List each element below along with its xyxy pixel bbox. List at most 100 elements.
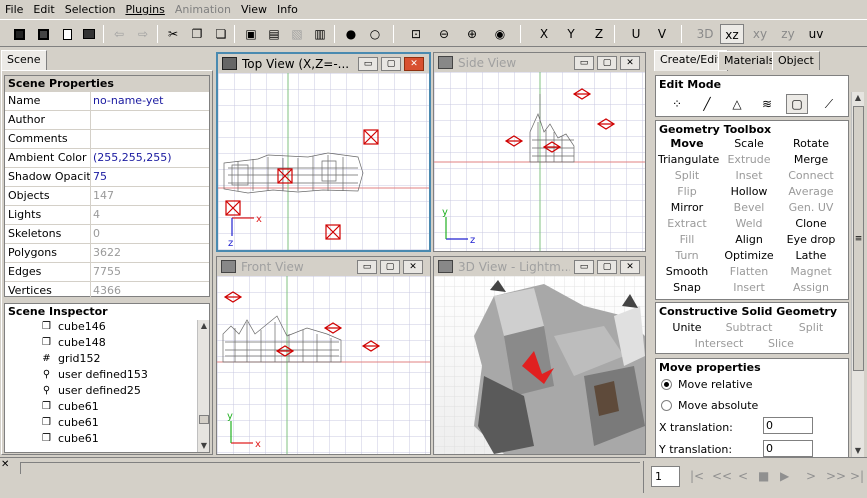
- scale-button[interactable]: Scale: [720, 137, 778, 150]
- y-translation-input[interactable]: [763, 440, 813, 457]
- menu-plugins[interactable]: Plugins: [120, 0, 169, 19]
- move-absolute-radio[interactable]: Move absolute: [661, 399, 758, 412]
- viewport-3d-canvas[interactable]: [434, 276, 645, 454]
- property-row[interactable]: Name no-name-yet: [5, 91, 209, 110]
- scroll-up-icon[interactable]: ▲: [852, 92, 864, 104]
- intersect-button[interactable]: Intersect: [690, 337, 748, 350]
- inspector-item[interactable]: ❒ cube61: [41, 431, 209, 447]
- view-3d-button[interactable]: 3D: [693, 24, 717, 44]
- rewind-icon[interactable]: <<: [712, 469, 732, 483]
- inspector-item[interactable]: ⚲ user defined25: [41, 383, 209, 399]
- menu-edit[interactable]: Edit: [28, 0, 59, 19]
- fast-forward-icon[interactable]: >>: [826, 469, 846, 483]
- minimize-button[interactable]: ▭: [358, 57, 378, 71]
- select-all-icon[interactable]: ▣: [240, 24, 262, 44]
- property-row[interactable]: Polygons 3622: [5, 243, 209, 262]
- lathe-button[interactable]: Lathe: [782, 249, 840, 262]
- light-off-icon[interactable]: ○: [364, 24, 386, 44]
- view-uv-button[interactable]: uv: [804, 24, 828, 44]
- property-value[interactable]: [91, 111, 209, 129]
- face-mode-icon[interactable]: △: [726, 94, 748, 114]
- redo-icon[interactable]: ⇨: [132, 24, 154, 44]
- property-row[interactable]: Objects 147: [5, 186, 209, 205]
- close-button[interactable]: ✕: [403, 260, 423, 274]
- menu-info[interactable]: Info: [272, 0, 303, 19]
- scroll-up-icon[interactable]: ▲: [198, 320, 209, 332]
- inspector-item[interactable]: ❒ cube148: [41, 335, 209, 351]
- minimize-button[interactable]: ▭: [574, 56, 594, 70]
- invert-icon[interactable]: ▥: [309, 24, 331, 44]
- maximize-button[interactable]: ▢: [597, 56, 617, 70]
- hollow-button[interactable]: Hollow: [720, 185, 778, 198]
- play-icon[interactable]: ▶: [780, 469, 789, 483]
- property-value[interactable]: [91, 130, 209, 148]
- bevel-button[interactable]: Bevel: [720, 201, 778, 214]
- scroll-thumb[interactable]: ≡: [853, 106, 864, 371]
- eye-drop-button[interactable]: Eye drop: [782, 233, 840, 246]
- property-row[interactable]: Comments: [5, 129, 209, 148]
- merge-button[interactable]: Merge: [782, 153, 840, 166]
- undo-icon[interactable]: ⇦: [108, 24, 130, 44]
- extract-button[interactable]: Extract: [658, 217, 716, 230]
- viewport-front[interactable]: Front View ▭ ▢ ✕ y x: [216, 256, 431, 455]
- minimize-button[interactable]: ▭: [357, 260, 377, 274]
- align-button[interactable]: Align: [720, 233, 778, 246]
- inspector-item[interactable]: ❒ cube61: [41, 399, 209, 415]
- gen-uv-button[interactable]: Gen. UV: [782, 201, 840, 214]
- inspector-item[interactable]: ❒ cube61: [41, 415, 209, 431]
- insert-button[interactable]: Insert: [720, 281, 778, 294]
- property-row[interactable]: Edges 7755: [5, 262, 209, 281]
- cut-icon[interactable]: ✂: [162, 24, 184, 44]
- flip-button[interactable]: Flip: [658, 185, 716, 198]
- viewport-front-canvas[interactable]: y x: [217, 276, 430, 454]
- inspector-scrollbar[interactable]: ▲ ▼: [197, 320, 209, 452]
- x-translation-input[interactable]: [763, 417, 813, 434]
- rotate-button[interactable]: Rotate: [782, 137, 840, 150]
- property-row[interactable]: Shadow Opacity 75: [5, 167, 209, 186]
- scroll-down-icon[interactable]: ▼: [198, 440, 209, 452]
- close-button[interactable]: ✕: [404, 57, 424, 71]
- snap-button[interactable]: Snap: [658, 281, 716, 294]
- tools-scrollbar[interactable]: ▲ ≡ ▼: [851, 92, 864, 457]
- tab-create-edit[interactable]: Create/Edit: [654, 50, 728, 71]
- stop-icon[interactable]: ■: [758, 469, 769, 483]
- close-button[interactable]: ✕: [620, 56, 640, 70]
- assign-button[interactable]: Assign: [782, 281, 840, 294]
- lock-z-button[interactable]: Z: [587, 24, 611, 44]
- radio-selected-icon[interactable]: [661, 379, 672, 390]
- property-row[interactable]: Skeletons 0: [5, 224, 209, 243]
- light-bulb-icon[interactable]: ●: [340, 24, 362, 44]
- lock-y-button[interactable]: Y: [559, 24, 583, 44]
- property-row[interactable]: Vertices 4366: [5, 281, 209, 300]
- minimize-button[interactable]: ▭: [574, 260, 594, 274]
- next-frame-icon[interactable]: >: [806, 469, 816, 483]
- viewport-3d[interactable]: 3D View - Lightm... ▭ ▢ ✕: [433, 256, 646, 455]
- zoom-selection-icon[interactable]: ⊡: [405, 24, 427, 44]
- frame-input[interactable]: [651, 466, 680, 487]
- open-folder-icon[interactable]: [78, 24, 100, 44]
- smooth-button[interactable]: Smooth: [658, 265, 716, 278]
- bone-mode-icon[interactable]: ⟋: [818, 94, 840, 114]
- menu-view[interactable]: View: [236, 0, 272, 19]
- last-frame-icon[interactable]: >|: [850, 469, 864, 483]
- scroll-down-icon[interactable]: ▼: [852, 445, 864, 457]
- tab-scene[interactable]: Scene: [1, 50, 47, 71]
- split-button[interactable]: Split: [658, 169, 716, 182]
- maximize-button[interactable]: ▢: [381, 57, 401, 71]
- lock-u-button[interactable]: U: [624, 24, 648, 44]
- paste-icon[interactable]: ❏: [210, 24, 232, 44]
- prev-frame-icon[interactable]: <: [738, 469, 748, 483]
- property-row[interactable]: Author: [5, 110, 209, 129]
- show-icon[interactable]: ▧: [286, 24, 308, 44]
- maximize-button[interactable]: ▢: [380, 260, 400, 274]
- close-timeline-icon[interactable]: ✕: [1, 459, 9, 470]
- unite-button[interactable]: Unite: [658, 321, 716, 334]
- menu-animation[interactable]: Animation: [170, 0, 236, 19]
- menu-selection[interactable]: Selection: [60, 0, 121, 19]
- extrude-button[interactable]: Extrude: [720, 153, 778, 166]
- view-xz-button[interactable]: xz: [720, 24, 744, 44]
- turn-button[interactable]: Turn: [658, 249, 716, 262]
- menu-file[interactable]: File: [0, 0, 28, 19]
- lock-v-button[interactable]: V: [650, 24, 674, 44]
- inset-button[interactable]: Inset: [720, 169, 778, 182]
